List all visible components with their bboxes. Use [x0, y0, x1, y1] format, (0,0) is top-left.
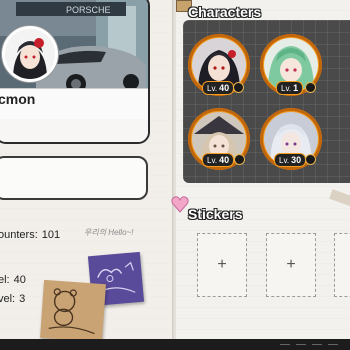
- leaf-element-icon: [305, 154, 316, 165]
- doodle-text: 우리의 Hello~!: [84, 228, 134, 237]
- stat-level: el: 40: [0, 274, 26, 286]
- level-badge: Lv. 1: [276, 81, 304, 95]
- stat-label: el:: [0, 274, 10, 286]
- wind-element-icon: [233, 82, 244, 93]
- sticker-slot-3[interactable]: +: [334, 233, 350, 297]
- banner-text: PORSCHE: [66, 5, 111, 15]
- stat-value: 101: [41, 229, 61, 241]
- characters-title: Characters: [188, 4, 262, 20]
- plus-icon: +: [217, 256, 227, 273]
- profile-message-box[interactable]: [0, 156, 148, 200]
- brown-sticky-note: [40, 279, 106, 343]
- leaf-element-icon: [234, 154, 245, 165]
- level-badge: Lv. 30: [274, 153, 307, 167]
- plus-icon: +: [286, 256, 296, 273]
- stickers-title: Stickers: [188, 206, 243, 222]
- stat-value: 40: [13, 274, 26, 286]
- album-scene: PORSCHE cmon ounters: 101 우리의 Hello~! el…: [0, 0, 350, 350]
- left-page: PORSCHE cmon ounters: 101 우리의 Hello~! el…: [0, 0, 175, 343]
- stat-encounters: ounters: 101: [0, 229, 60, 241]
- sticker-slot-2[interactable]: +: [266, 233, 316, 297]
- profile-card[interactable]: PORSCHE cmon: [0, 0, 150, 144]
- stat-value: 3: [19, 293, 26, 305]
- level-badge: Lv. 40: [202, 81, 235, 95]
- stat-level-2: vel: 3: [0, 293, 25, 305]
- stat-label: ounters:: [0, 229, 38, 241]
- bottom-bar: [0, 339, 350, 350]
- leaf-element-icon: [305, 82, 316, 93]
- stat-label: vel:: [0, 293, 16, 305]
- bear-doodle-icon: [48, 288, 95, 335]
- sticker-slot-1[interactable]: +: [197, 233, 247, 297]
- level-badge: Lv. 40: [202, 153, 235, 167]
- avatar[interactable]: [2, 26, 58, 82]
- heart-sticker-icon: [171, 196, 189, 213]
- profile-name: cmon: [0, 91, 36, 107]
